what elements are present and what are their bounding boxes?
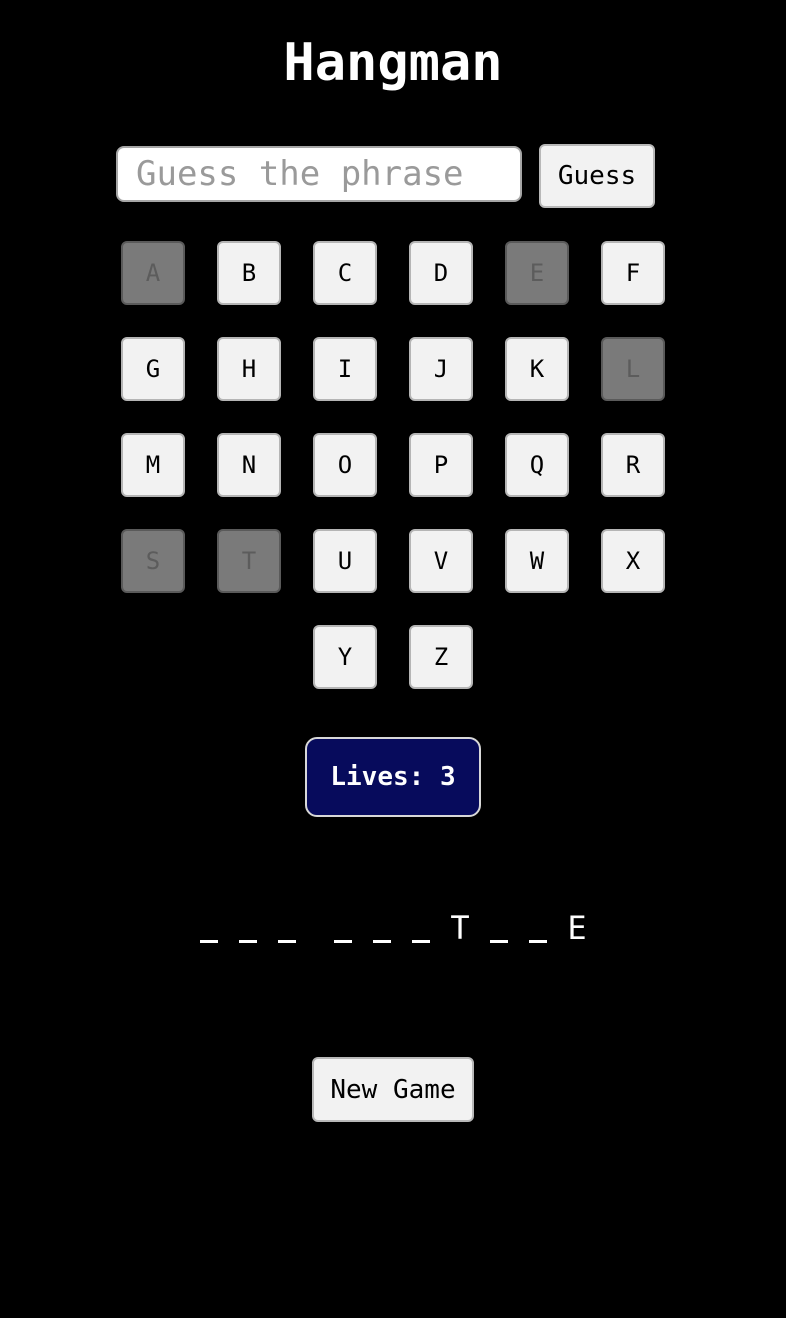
blank-underscore	[278, 940, 296, 943]
letter-key-h[interactable]: H	[217, 337, 281, 401]
letter-text: E	[567, 909, 587, 947]
letter-key-x[interactable]: X	[601, 529, 665, 593]
blank-underscore	[373, 940, 391, 943]
new-game-button[interactable]: New Game	[312, 1057, 474, 1122]
hangman-game: Hangman Guess ABCDEFGHIJKLMNOPQRSTUVWXYZ…	[0, 0, 786, 1318]
letter-key-e[interactable]: E	[505, 241, 569, 305]
letter-key-t[interactable]: T	[217, 529, 281, 593]
letter-key-a[interactable]: A	[121, 241, 185, 305]
letter-key-q[interactable]: Q	[505, 433, 569, 497]
blank-letter	[331, 900, 355, 960]
letter-key-j[interactable]: J	[409, 337, 473, 401]
guess-form: Guess	[116, 144, 656, 210]
blank-underscore	[412, 940, 430, 943]
letter-key-z[interactable]: Z	[409, 625, 473, 689]
blank-letter	[275, 900, 299, 960]
letter-key-b[interactable]: B	[217, 241, 281, 305]
letter-key-w[interactable]: W	[505, 529, 569, 593]
letter-key-l[interactable]: L	[601, 337, 665, 401]
letter-key-i[interactable]: I	[313, 337, 377, 401]
letter-key-s[interactable]: S	[121, 529, 185, 593]
page-title: Hangman	[283, 33, 503, 93]
letter-key-c[interactable]: C	[313, 241, 377, 305]
blank-underscore	[200, 940, 218, 943]
blank-letter	[236, 900, 260, 960]
letter-key-m[interactable]: M	[121, 433, 185, 497]
letter-keyboard: ABCDEF GHIJKL MNOPQR STUVWX YZ	[121, 241, 667, 691]
letter-key-g[interactable]: G	[121, 337, 185, 401]
blank-letter	[526, 900, 550, 960]
guess-phrase-input[interactable]	[116, 146, 522, 202]
letter-key-r[interactable]: R	[601, 433, 665, 497]
revealed-letter: T	[448, 900, 472, 960]
blank-letter	[409, 900, 433, 960]
phrase-display: TE	[0, 900, 786, 960]
guess-button[interactable]: Guess	[539, 144, 655, 208]
letter-key-y[interactable]: Y	[313, 625, 377, 689]
blank-underscore	[239, 940, 257, 943]
blank-letter	[370, 900, 394, 960]
letter-key-d[interactable]: D	[409, 241, 473, 305]
letter-key-p[interactable]: P	[409, 433, 473, 497]
blank-letter	[487, 900, 511, 960]
blank-underscore	[334, 940, 352, 943]
letter-key-v[interactable]: V	[409, 529, 473, 593]
letter-text: T	[450, 909, 470, 947]
blank-underscore	[490, 940, 508, 943]
letter-key-o[interactable]: O	[313, 433, 377, 497]
letter-key-f[interactable]: F	[601, 241, 665, 305]
lives-counter: Lives: 3	[305, 737, 481, 817]
blank-underscore	[529, 940, 547, 943]
blank-letter	[197, 900, 221, 960]
letter-key-n[interactable]: N	[217, 433, 281, 497]
revealed-letter: E	[565, 900, 589, 960]
letter-key-u[interactable]: U	[313, 529, 377, 593]
letter-key-k[interactable]: K	[505, 337, 569, 401]
